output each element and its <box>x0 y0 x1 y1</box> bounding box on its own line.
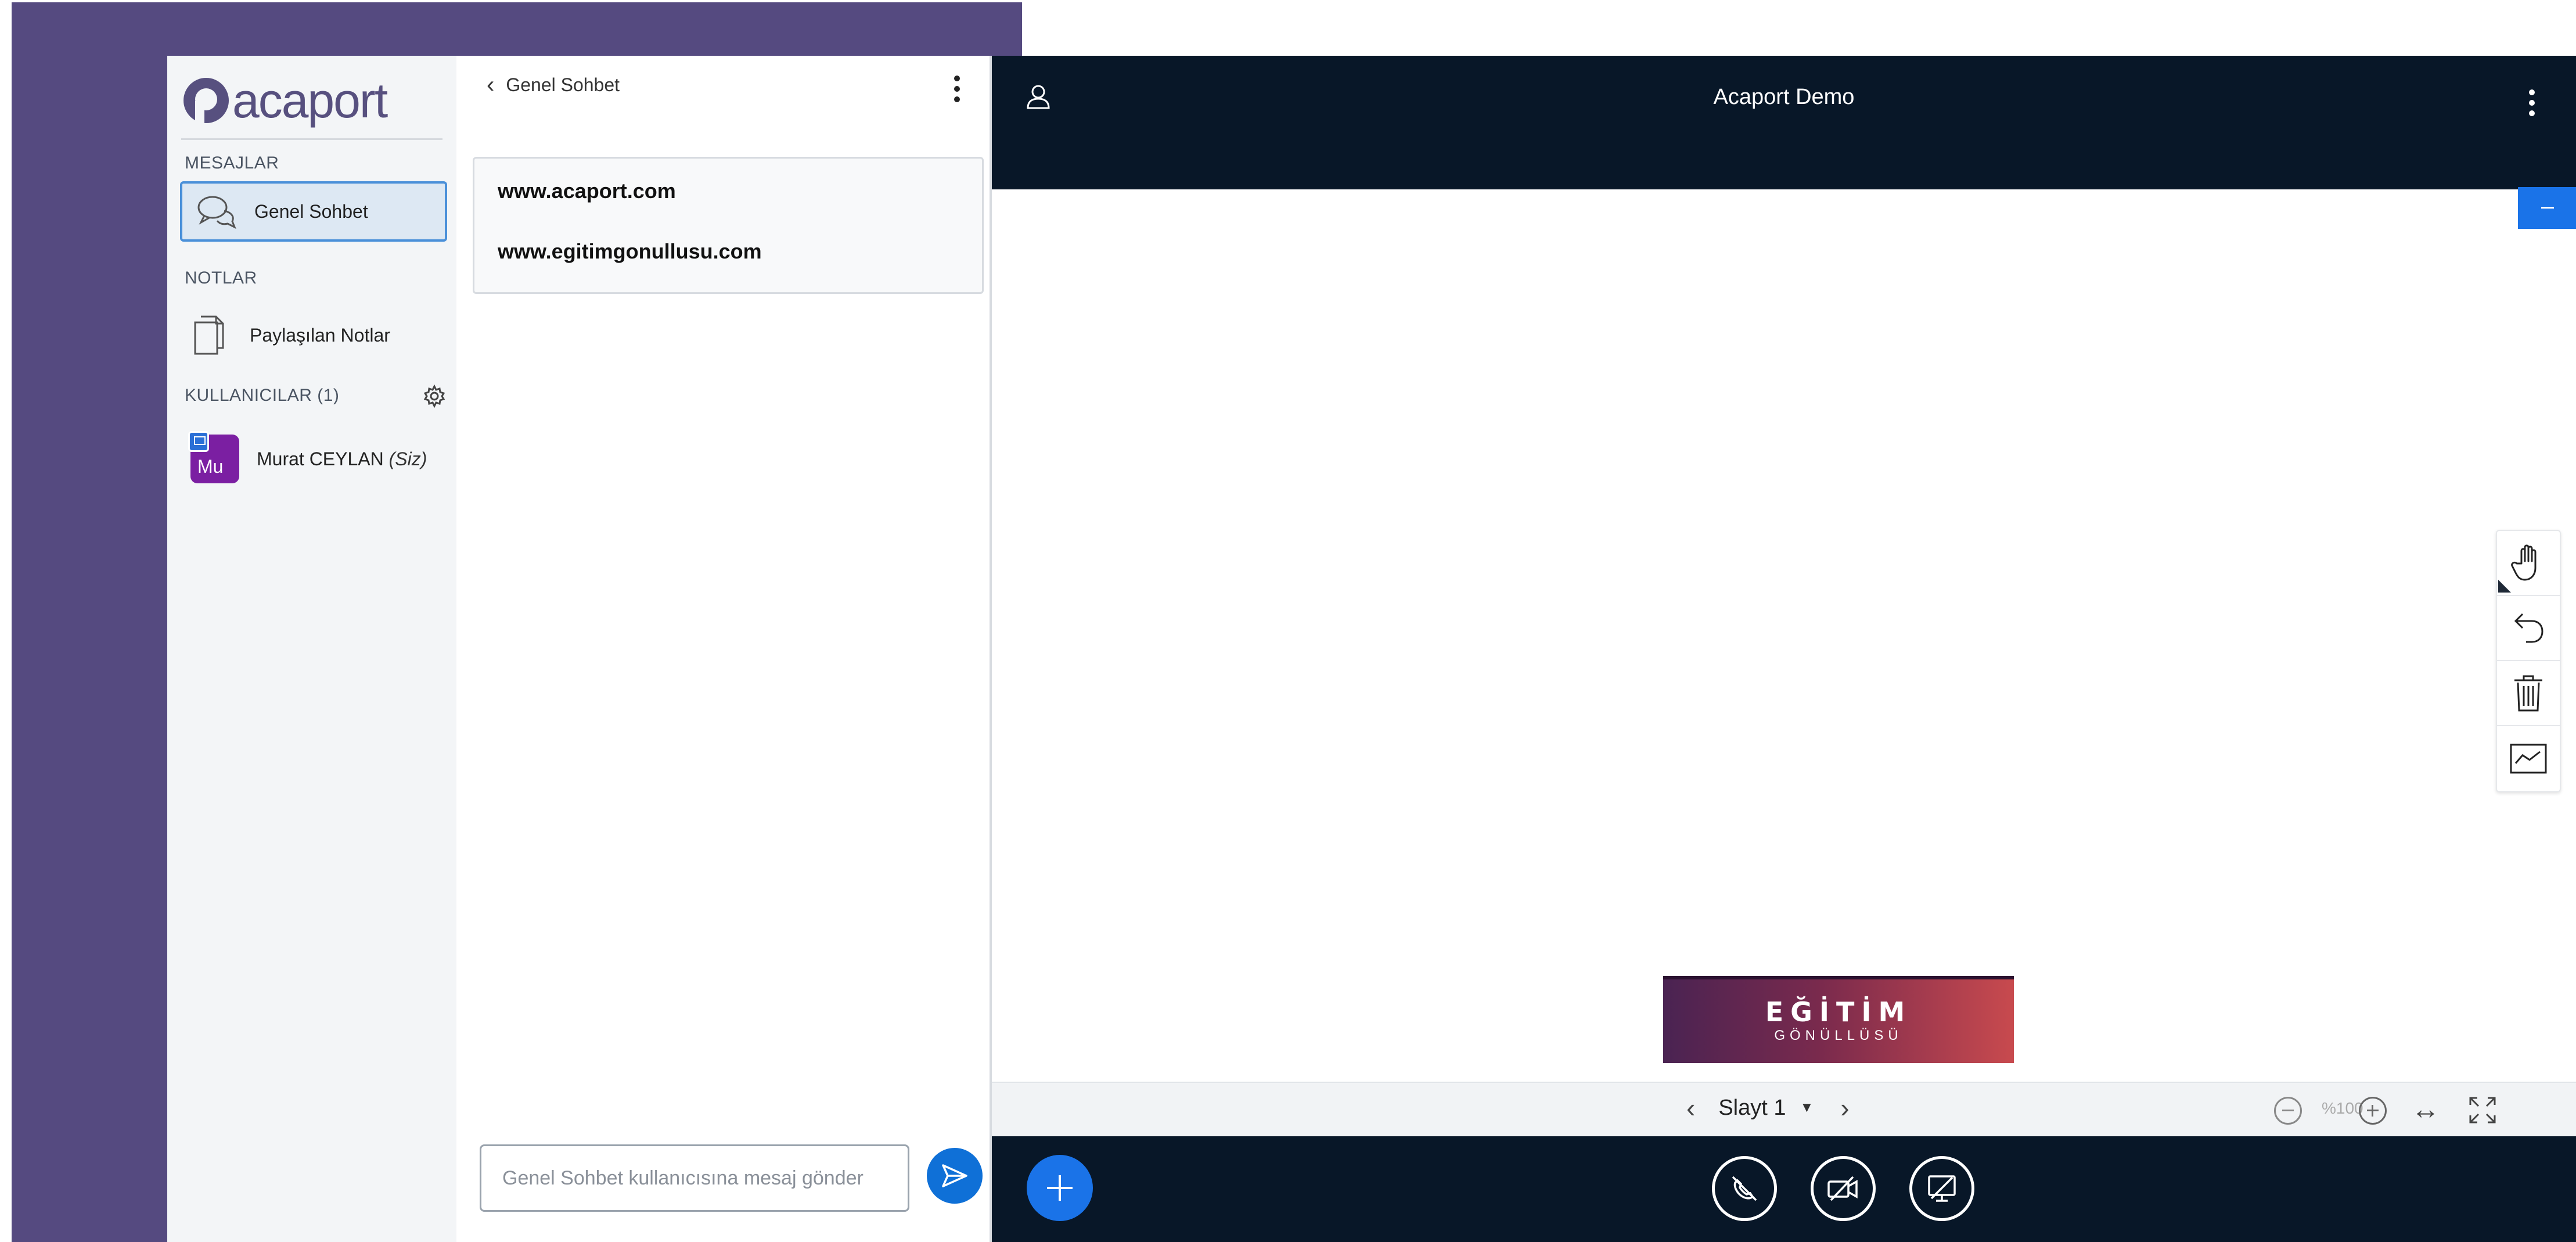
trash-icon <box>2514 675 2542 712</box>
gear-icon[interactable] <box>423 385 446 408</box>
clear-annotations-button[interactable] <box>2497 661 2560 726</box>
audio-muted-icon <box>1732 1176 1757 1201</box>
whiteboard-button[interactable] <box>2497 726 2560 791</box>
section-notes: NOTLAR <box>185 268 257 288</box>
section-messages: MESAJLAR <box>185 153 279 173</box>
logo: acaport <box>184 73 388 128</box>
screenshare-button[interactable] <box>1909 1156 1974 1221</box>
user-name: Murat CEYLAN (Siz) <box>257 448 427 470</box>
sidebar-item-label: Genel Sohbet <box>254 200 368 222</box>
hand-tool-button[interactable] <box>2497 531 2560 596</box>
zoom-in-icon[interactable] <box>2359 1097 2387 1125</box>
whiteboard-icon <box>2510 744 2547 774</box>
sidebar-item-general-chat[interactable]: Genel Sohbet <box>180 181 447 242</box>
message-text: www.acaport.com <box>498 179 676 203</box>
meeting-title: Acaport Demo <box>1713 85 1855 109</box>
fit-width-icon[interactable]: ↔ <box>2411 1092 2440 1126</box>
sidebar-item-label: Paylaşılan Notlar <box>250 324 390 346</box>
slide-navigation: ‹ Slayt 1 ▼ › <box>1686 1094 1850 1121</box>
chevron-down-icon[interactable]: ▼ <box>1800 1100 1814 1116</box>
chat-options-icon[interactable] <box>954 76 960 102</box>
tool-menu-indicator <box>2498 580 2511 593</box>
bottom-bar <box>992 1136 2576 1242</box>
zoom-level: %100 <box>2322 1099 2363 1117</box>
user-name-text: Murat CEYLAN <box>257 448 384 469</box>
slide-controls-bar: ‹ Slayt 1 ▼ › %100 ↔ <box>992 1082 2576 1136</box>
logo-mark <box>184 78 229 123</box>
annotation-toolbar <box>2496 530 2561 792</box>
next-slide-icon[interactable]: › <box>1840 1094 1849 1121</box>
logo-text: acaport <box>232 73 388 128</box>
send-button[interactable] <box>927 1148 983 1204</box>
chat-panel: ‹ Genel Sohbet www.acaport.com www.egiti… <box>456 56 991 1242</box>
undo-icon <box>2514 613 2543 643</box>
user-list-item[interactable]: Mu Murat CEYLAN (Siz) <box>188 431 427 483</box>
chat-back-link[interactable]: ‹ Genel Sohbet <box>487 72 620 98</box>
screenshare-off-icon <box>1928 1175 1956 1202</box>
zoom-out-icon[interactable] <box>2274 1097 2302 1125</box>
banner-title: EĞİTİM <box>1765 996 1912 1028</box>
section-users: KULLANICILAR (1) <box>185 386 340 405</box>
user-suffix: (Siz) <box>388 448 427 469</box>
slide-banner-image: EĞİTİM GÖNÜLLÜSÜ <box>1663 976 2014 1063</box>
chat-title: Genel Sohbet <box>506 74 620 95</box>
document-icon <box>194 315 224 355</box>
camera-button[interactable] <box>1811 1156 1876 1221</box>
sidebar-item-shared-notes[interactable]: Paylaşılan Notlar <box>193 314 390 357</box>
chevron-left-icon: ‹ <box>487 72 495 98</box>
send-icon <box>942 1164 967 1187</box>
banner-subtitle: GÖNÜLLÜSÜ <box>1774 1028 1903 1043</box>
chat-bubbles-icon <box>197 196 236 229</box>
camera-off-icon <box>1827 1176 1858 1201</box>
avatar: Mu <box>188 431 239 483</box>
sidebar: acaport MESAJLAR Genel Sohbet NOTLAR Pay… <box>167 56 456 1242</box>
chat-message-input[interactable] <box>480 1144 909 1212</box>
presenter-icon <box>188 431 209 452</box>
divider <box>181 138 442 140</box>
slide-selector[interactable]: Slayt 1 <box>1718 1096 1786 1121</box>
fullscreen-icon[interactable] <box>2468 1096 2497 1125</box>
audio-button[interactable] <box>1712 1156 1777 1221</box>
options-icon[interactable] <box>2528 89 2535 116</box>
avatar-initials: Mu <box>197 456 224 477</box>
minimize-presentation-button[interactable] <box>2518 187 2576 229</box>
message-group: www.acaport.com www.egitimgonullusu.com <box>473 157 984 294</box>
minus-icon <box>2541 207 2554 209</box>
hand-icon <box>2511 544 2537 581</box>
top-bar: Acaport Demo <box>992 56 2576 189</box>
message-text: www.egitimgonullusu.com <box>498 239 762 263</box>
actions-button[interactable] <box>1027 1155 1093 1221</box>
presentation-area: Acaport Demo EĞİTİM GÖNÜLLÜSÜ ‹ Slayt 1 … <box>992 56 2576 1242</box>
previous-slide-icon[interactable]: ‹ <box>1686 1094 1695 1121</box>
undo-button[interactable] <box>2497 596 2560 661</box>
